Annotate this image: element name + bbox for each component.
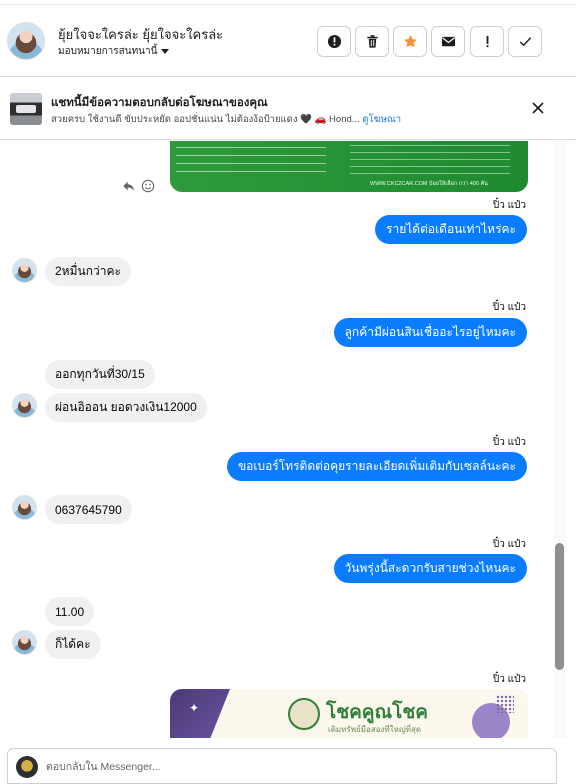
message-actions: [122, 179, 155, 193]
outgoing-message[interactable]: วันพรุ่งนี้สะดวกรับสายช่วงไหนคะ: [333, 554, 527, 583]
outgoing-message[interactable]: ขอเบอร์โทรติดต่อคุยรายละเอียดเพิ่มเติมกั…: [226, 452, 527, 481]
assign-conversation-dropdown[interactable]: มอบหมายการสนทนานี้: [58, 44, 170, 59]
outgoing-message[interactable]: รายได้ต่อเดือนเท่าไหร่คะ: [375, 215, 527, 244]
incoming-message[interactable]: ออกทุกวันที่30/15: [45, 360, 155, 389]
emoji-icon[interactable]: [141, 179, 155, 193]
ad-banner-text: สวยครบ ใช้งานดี ขับประหยัด ออปชั่นแน่น ไ…: [51, 114, 360, 125]
contact-avatar-small[interactable]: [12, 393, 37, 418]
shared-image-message[interactable]: ✦ โชคคูณโชค เติมทรัพย์มือสองที่ใหญ่ที่สุ…: [170, 689, 528, 738]
star-button[interactable]: [393, 26, 427, 57]
alert-icon: [327, 34, 341, 49]
mark-done-button[interactable]: [508, 26, 542, 57]
caret-down-icon: [161, 49, 170, 54]
scrollbar-thumb[interactable]: [555, 543, 564, 670]
promo-decor-dots: [496, 695, 514, 713]
reply-composer: [7, 748, 557, 784]
ad-image-url: WWW.CKC2CAR.COM บ้อยให้เลือก กว่า 400 คั…: [370, 181, 488, 187]
incoming-message[interactable]: 0637645790: [45, 495, 132, 524]
contact-name[interactable]: ยุ้ยใจจะใครล่ะ ยุ้ยใจจะใครล่ะ: [58, 24, 223, 45]
reply-icon[interactable]: [122, 179, 136, 193]
incoming-message[interactable]: ผ่อนอิออน ยอดวงเงิน12000: [45, 393, 207, 422]
reply-input[interactable]: [46, 756, 526, 778]
delete-button[interactable]: [355, 26, 389, 57]
contact-avatar-small[interactable]: [12, 495, 37, 520]
mark-spam-button[interactable]: [317, 26, 351, 57]
ad-banner-subtitle: สวยครบ ใช้งานดี ขับประหยัด ออปชั่นแน่น ไ…: [51, 112, 401, 127]
view-ad-link[interactable]: ดูโฆษณา: [362, 114, 401, 125]
follow-up-button[interactable]: [470, 26, 504, 57]
contact-avatar[interactable]: [7, 22, 45, 60]
promo-purple-shape: [170, 689, 230, 738]
message-thread[interactable]: WWW.CKC2CAR.COM บ้อยให้เลือก กว่า 400 คั…: [0, 141, 553, 738]
trash-icon: [366, 35, 378, 48]
incoming-message[interactable]: 2หมื่นกว่าคะ: [45, 257, 131, 286]
sender-name: ปิ๋ว แป๋ว: [492, 200, 526, 211]
incoming-message[interactable]: ก็ได้คะ: [45, 630, 101, 659]
close-icon[interactable]: [529, 99, 547, 117]
sparkle-icon: ✦: [189, 701, 200, 715]
ad-banner-title: แชทนี้มีข้อความตอบกลับต่อโฆษณาของคุณ: [51, 97, 268, 109]
ad-image-text-left: [176, 147, 326, 177]
ad-thumbnail[interactable]: [10, 93, 42, 125]
ad-image-text-right: [350, 145, 510, 177]
exclamation-icon: [486, 35, 488, 48]
mail-icon: [441, 36, 455, 47]
page-avatar: [16, 756, 38, 778]
star-icon: [403, 34, 417, 48]
promo-subtitle: เติมทรัพย์มือสองที่ใหญ่ที่สุด: [328, 725, 422, 734]
mark-unread-button[interactable]: [431, 26, 465, 57]
incoming-message[interactable]: 11.00: [45, 597, 95, 626]
sender-name: ปิ๋ว แป๋ว: [492, 539, 526, 550]
outgoing-message[interactable]: ลูกค้ามีผ่อนสินเชื่ออะไรอยู่ไหมคะ: [333, 318, 527, 347]
contact-avatar-small[interactable]: [12, 630, 37, 655]
shared-ad-image[interactable]: WWW.CKC2CAR.COM บ้อยให้เลือก กว่า 400 คั…: [170, 141, 528, 192]
contact-avatar-small[interactable]: [12, 258, 37, 283]
ad-reply-banner: แชทนี้มีข้อความตอบกลับต่อโฆษณาของคุณ สวย…: [0, 78, 576, 140]
check-icon: [519, 37, 531, 47]
conversation-header: ยุ้ยใจจะใครล่ะ ยุ้ยใจจะใครล่ะ มอบหมายการ…: [0, 5, 576, 77]
sender-name: ปิ๋ว แป๋ว: [492, 302, 526, 313]
assign-label: มอบหมายการสนทนานี้: [58, 46, 158, 57]
promo-logo: [288, 698, 320, 730]
sender-name: ปิ๋ว แป๋ว: [492, 437, 526, 448]
sender-name: ปิ๋ว แป๋ว: [492, 674, 526, 685]
